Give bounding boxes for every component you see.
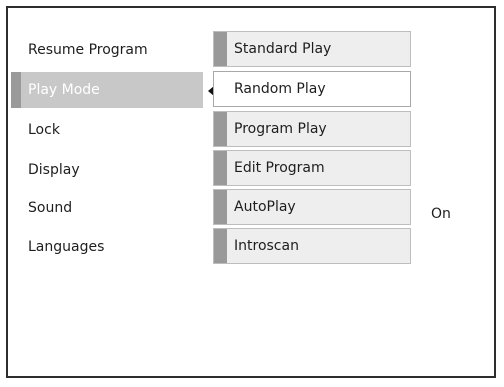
submenu-item-random-play[interactable]: Random Play [213, 71, 411, 107]
menu-item-lock[interactable]: Lock [28, 121, 60, 139]
submenu-item-introscan[interactable]: Introscan [213, 228, 411, 264]
menu-item-label: Resume Program [28, 42, 148, 58]
submenu-bar [214, 190, 227, 224]
autoplay-value: On [431, 206, 451, 222]
submenu-item-label: AutoPlay [234, 199, 296, 215]
submenu-bar [214, 229, 227, 263]
menu-item-languages[interactable]: Languages [28, 238, 104, 256]
osd-menu-screen: Resume Program Play Mode Lock Display So… [6, 6, 496, 378]
submenu-item-edit-program[interactable]: Edit Program [213, 150, 411, 186]
menu-item-label: Play Mode [28, 82, 100, 98]
menu-item-resume-program[interactable]: Resume Program [28, 41, 148, 59]
submenu-bar [214, 112, 227, 146]
submenu-item-label: Introscan [234, 238, 299, 254]
submenu-item-label: Standard Play [234, 41, 332, 57]
submenu-item-label: Program Play [234, 121, 327, 137]
submenu-item-program-play[interactable]: Program Play [213, 111, 411, 147]
submenu-bar [214, 72, 220, 106]
submenu-item-autoplay[interactable]: AutoPlay [213, 189, 411, 225]
submenu-item-label: Edit Program [234, 160, 325, 176]
menu-item-label: Sound [28, 200, 73, 216]
menu-item-display[interactable]: Display [28, 161, 80, 179]
menu-item-play-mode[interactable]: Play Mode [11, 72, 203, 108]
submenu-item-standard-play[interactable]: Standard Play [213, 31, 411, 67]
menu-item-label: Languages [28, 239, 105, 255]
selection-bar [11, 72, 21, 108]
submenu-item-label: Random Play [234, 81, 326, 97]
menu-item-label: Display [28, 162, 80, 178]
submenu-bar [214, 151, 227, 185]
submenu-bar [214, 32, 227, 66]
menu-item-label: Lock [28, 122, 60, 138]
menu-item-sound[interactable]: Sound [28, 199, 72, 217]
